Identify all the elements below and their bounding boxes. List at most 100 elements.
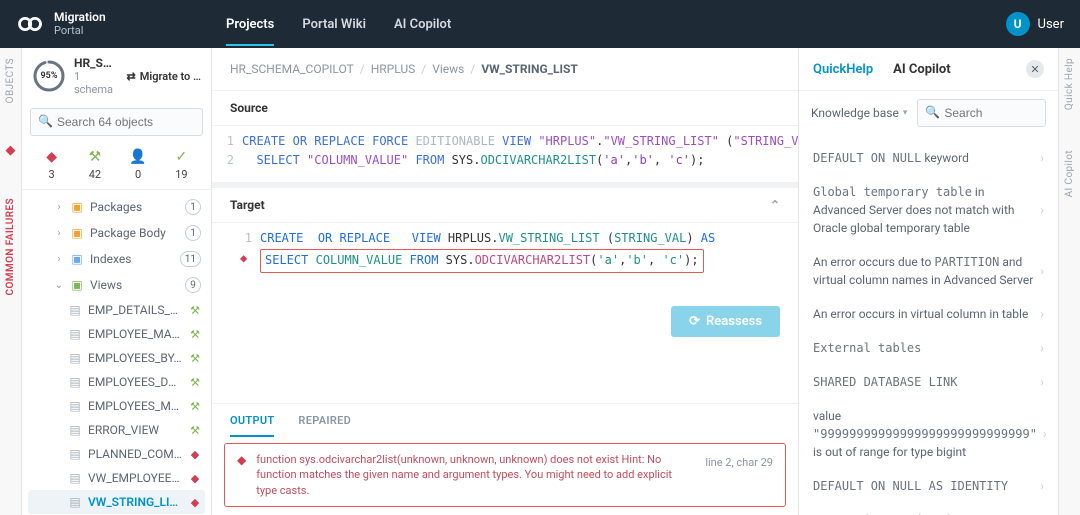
close-icon[interactable]: ✕ — [1026, 60, 1044, 78]
kb-item[interactable]: An error occurs in virtual column in tab… — [799, 297, 1058, 331]
view-icon: ▤ — [68, 303, 82, 317]
brand-title: Migration — [54, 11, 106, 24]
view-icon: ▤ — [68, 327, 82, 341]
tab-repaired[interactable]: REPAIRED — [298, 404, 351, 437]
kb-item[interactable]: DEFAULT ON NULL AS IDENTITY› — [799, 469, 1058, 503]
tab-quickhelp[interactable]: QuickHelp — [813, 62, 873, 77]
ok-icon: ⚒ — [189, 424, 201, 436]
brand-block: Migration Portal — [16, 10, 206, 38]
knowledge-base-dropdown[interactable]: Knowledge base▾ — [811, 106, 907, 120]
view-icon: ▤ — [68, 423, 82, 437]
breadcrumb-link[interactable]: Views — [432, 62, 464, 76]
view-icon: ▤ — [68, 495, 82, 509]
ok-icon: ⚒ — [189, 304, 201, 316]
error-marker-icon: ◆ — [240, 251, 247, 265]
brand-logo-icon — [16, 10, 44, 38]
kb-item[interactable]: An error occurs due to PARTITION and vir… — [799, 245, 1058, 297]
tree-view-item[interactable]: ▤VW_EMPLOYEE_…◆ — [28, 466, 205, 490]
nav-tab-portal-wiki[interactable]: Portal Wiki — [302, 3, 366, 46]
stat-filter[interactable]: ◆3 — [43, 148, 61, 181]
view-icon: ▤ — [68, 375, 82, 389]
folder-icon: ▣ — [70, 252, 84, 266]
user-block[interactable]: U User — [1006, 12, 1064, 36]
tree-section-package-body[interactable]: ›▣Package Body1 — [28, 220, 205, 246]
chevron-icon: › — [54, 254, 64, 265]
tree-view-item[interactable]: ▤EMPLOYEES_BY…⚒ — [28, 346, 205, 370]
tree-section-indexes[interactable]: ›▣Indexes11 — [28, 246, 205, 272]
stat-icon: ✓ — [172, 148, 190, 166]
view-icon: ▤ — [68, 471, 82, 485]
chevron-up-icon[interactable]: ⌃ — [770, 198, 780, 212]
chevron-icon: › — [54, 202, 64, 213]
chevron-right-icon: › — [1040, 201, 1044, 219]
center-panel: HR_SCHEMA_COPILOT/HRPLUS/Views/VW_STRING… — [212, 48, 798, 515]
chevron-icon: ⌄ — [54, 280, 64, 291]
tree-view-item[interactable]: ▤VW_STRING_LIST◆ — [28, 490, 205, 514]
warn-icon: ◆ — [189, 496, 201, 508]
avatar[interactable]: U — [1006, 12, 1030, 36]
source-header[interactable]: Source — [212, 91, 798, 126]
rail-common-failures[interactable]: COMMON FAILURES — [5, 198, 16, 295]
progress-pct: 95% — [32, 59, 66, 93]
tree-view-item[interactable]: ▤EMPLOYEES_DE…⚒ — [28, 370, 205, 394]
tree-view-item[interactable]: ▤EMPLOYEES_MA…⚒ — [28, 394, 205, 418]
tree-view-item[interactable]: ▤ERROR_VIEW⚒ — [28, 418, 205, 442]
breadcrumb-link[interactable]: HRPLUS — [371, 62, 416, 76]
warn-icon: ◆ — [189, 448, 201, 460]
stat-filter[interactable]: ✓19 — [172, 148, 190, 181]
kb-item[interactable]: SHARED DATABASE LINK› — [799, 365, 1058, 399]
nav-tab-ai-copilot[interactable]: AI Copilot — [394, 3, 451, 46]
rail-objects[interactable]: OBJECTS — [5, 58, 16, 103]
brand-subtitle: Portal — [54, 25, 106, 37]
breadcrumb: HR_SCHEMA_COPILOT/HRPLUS/Views/VW_STRING… — [212, 48, 798, 91]
tab-output[interactable]: OUTPUT — [230, 404, 274, 437]
ok-icon: ⚒ — [189, 400, 201, 412]
tab-ai-copilot[interactable]: AI Copilot — [893, 62, 951, 77]
kb-item[interactable]: Global temporary table in Advanced Serve… — [799, 175, 1058, 245]
folder-icon: ▣ — [70, 278, 84, 292]
rail-icon: ◆ — [6, 143, 16, 158]
chevron-right-icon: › — [1040, 339, 1044, 357]
tree-view-item[interactable]: ▤EMPLOYEE_MAN…⚒ — [28, 322, 205, 346]
chevron-right-icon: › — [1040, 262, 1044, 280]
search-icon: 🔍 — [38, 114, 53, 128]
kb-item[interactable]: value "99999999999999999999999999999" is… — [799, 399, 1058, 469]
warn-icon: ◆ — [189, 472, 201, 484]
nav-tab-projects[interactable]: Projects — [226, 3, 274, 46]
stat-filter[interactable]: ⚒42 — [86, 148, 104, 181]
kb-item[interactable]: Constraints and Indexes inside Table def… — [799, 503, 1058, 515]
kb-item[interactable]: External tables› — [799, 331, 1058, 365]
rail-quick-help[interactable]: Quick Help — [1064, 58, 1075, 110]
chevron-right-icon: › — [1043, 425, 1047, 443]
sidebar-search-input[interactable] — [30, 108, 203, 136]
right-panel: QuickHelp AI Copilot ✕ Knowledge base▾ 🔍… — [798, 48, 1058, 515]
chevron-right-icon: › — [1040, 373, 1044, 391]
view-icon: ▤ — [68, 447, 82, 461]
target-header[interactable]: Target ⌃ — [212, 188, 798, 223]
stat-icon: ◆ — [43, 148, 61, 166]
chevron-down-icon: ▾ — [903, 108, 908, 118]
kb-item[interactable]: DEFAULT ON NULL keyword› — [799, 141, 1058, 175]
chevron-right-icon: › — [1040, 477, 1044, 495]
rail-ai-copilot[interactable]: AI Copilot — [1064, 150, 1075, 197]
breadcrumb-link[interactable]: HR_SCHEMA_COPILOT — [230, 62, 354, 76]
view-icon: ▤ — [68, 351, 82, 365]
reassess-button[interactable]: ⟳ Reassess — [671, 306, 780, 337]
error-message: ◆ function sys.odcivarchar2list(unknown,… — [224, 443, 786, 507]
ok-icon: ⚒ — [189, 352, 201, 364]
stat-filter[interactable]: 👤0 — [129, 148, 147, 181]
stat-icon: ⚒ — [86, 148, 104, 166]
chevron-right-icon: › — [1040, 149, 1044, 167]
target-code: 1CREATE OR REPLACE VIEW HRPLUS.VW_STRING… — [212, 223, 798, 280]
breadcrumb-current: VW_STRING_LIST — [481, 62, 578, 76]
tree-section-views[interactable]: ⌄▣Views9 — [28, 272, 205, 298]
folder-icon: ▣ — [70, 200, 84, 214]
refresh-icon: ⟳ — [689, 314, 700, 329]
tree-view-item[interactable]: ▤EMP_DETAILS_V…⚒ — [28, 298, 205, 322]
stat-icon: 👤 — [129, 148, 147, 166]
tree-view-item[interactable]: ▤PLANNED_COM…◆ — [28, 442, 205, 466]
source-code: 1CREATE OR REPLACE FORCE EDITIONABLE VIE… — [212, 126, 798, 182]
migrate-to-button[interactable]: ⇄ Migrate to … — [127, 70, 201, 83]
tree-section-packages[interactable]: ›▣Packages1 — [28, 194, 205, 220]
sidebar: 95% HR_SC… 1 schema ⇄ Migrate to … 🔍 ◆3⚒… — [22, 48, 212, 515]
